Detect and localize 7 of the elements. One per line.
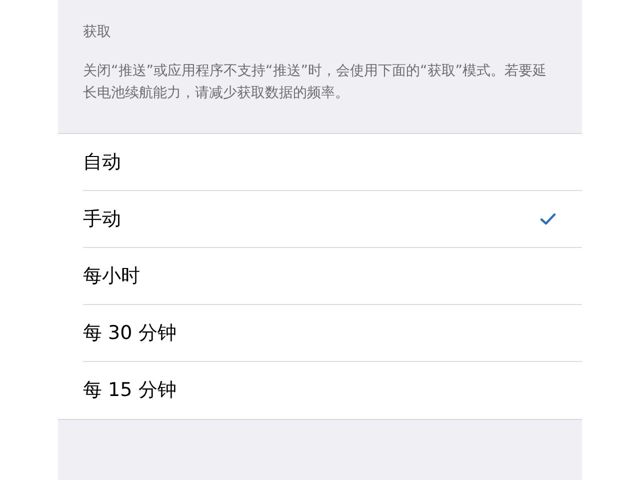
option-label: 每 15 分钟 — [83, 378, 178, 404]
section-title: 获取 — [83, 23, 112, 42]
option-label: 每 30 分钟 — [83, 320, 178, 346]
option-label: 自动 — [83, 150, 122, 175]
section-description: 关闭“推送”或应用程序不支持“推送”时，会使用下面的“获取”模式。若要延长电池续航能力，请减少获取数据的频率。 — [83, 62, 548, 103]
option-label: 手动 — [83, 206, 122, 232]
option-label: 每小时 — [83, 264, 141, 289]
